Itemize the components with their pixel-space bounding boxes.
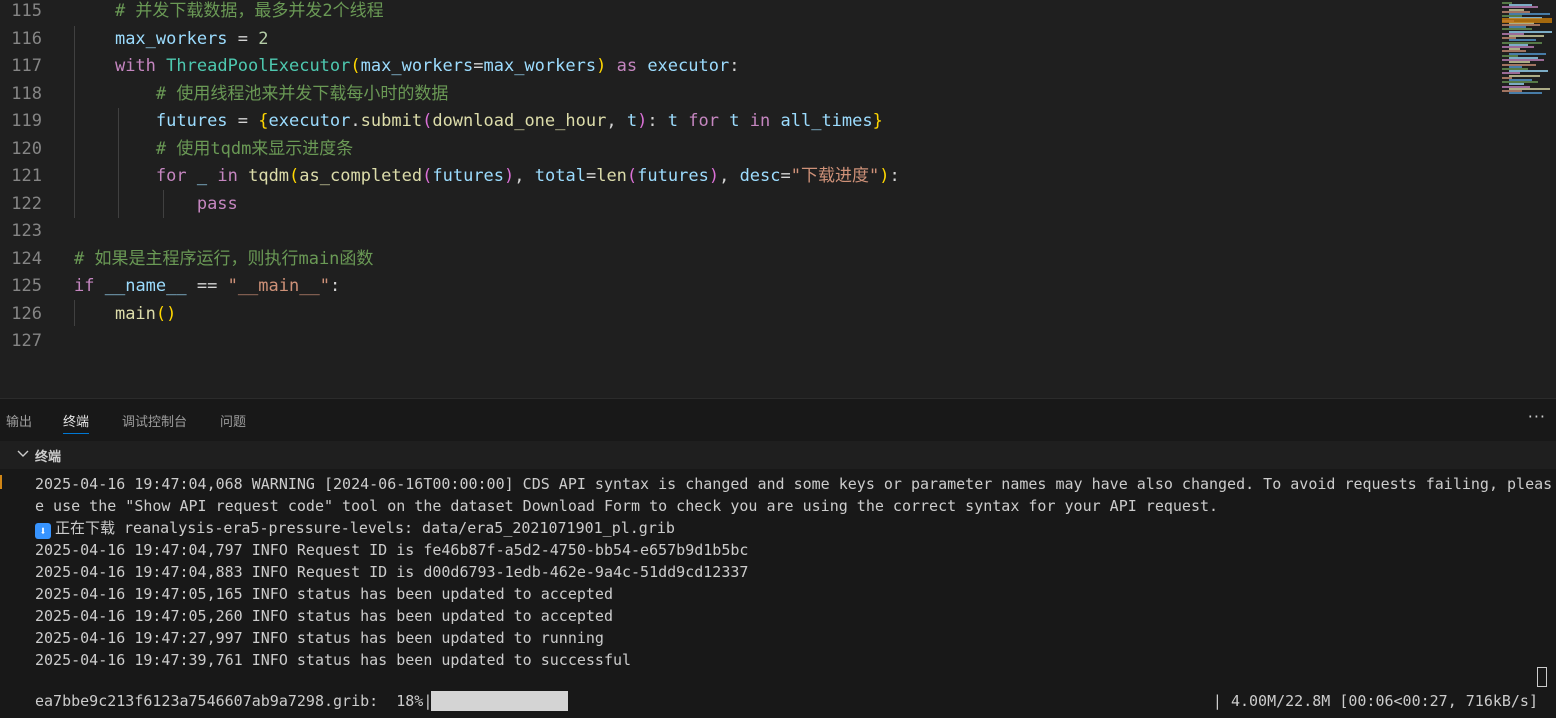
- active-tab-indicator: [63, 433, 90, 434]
- line-number: 115: [11, 1, 42, 21]
- line-number: 117: [11, 56, 42, 76]
- terminal-cursor: [1537, 667, 1547, 687]
- terminal-line: 2025-04-16 19:47:04,797 INFO Request ID …: [35, 541, 749, 559]
- chevron-down-icon[interactable]: [16, 447, 30, 461]
- progress-stats: | 4.00M/22.8M [00:06<00:27, 716kB/s]: [1212, 692, 1538, 710]
- line-number: 120: [11, 138, 42, 159]
- terminal-line: e use the "Show API request code" tool o…: [35, 497, 1219, 515]
- bottom-panel: 输出 终端 调试控制台 问题 ··· 终端 2025-04-16 19:47:0…: [0, 398, 1556, 718]
- terminal-line: 2025-04-16 19:47:39,761 INFO status has …: [35, 651, 632, 669]
- code-text: for _ in tqdm(as_completed(futures), tot…: [155, 166, 900, 186]
- line-number: 127: [11, 331, 42, 351]
- terminal-section-title: 终端: [35, 450, 62, 465]
- progress-bar: [431, 691, 568, 711]
- tab-problems[interactable]: 问题: [220, 411, 246, 430]
- tab-terminal[interactable]: 终端: [63, 411, 90, 434]
- terminal-line-text: 正在下载 reanalysis-era5-pressure-levels: da…: [55, 519, 675, 537]
- code-text: futures = {executor.submit(download_one_…: [155, 111, 883, 131]
- indent-guide: [74, 300, 75, 326]
- code-text: if __name__ == "__main__":: [74, 276, 341, 296]
- code-text: # 如果是主程序运行，则执行main函数: [74, 248, 374, 269]
- code-text: # 使用tqdm来显示进度条: [155, 138, 354, 159]
- code-text: pass: [196, 193, 238, 214]
- terminal-decoration-marker: [0, 475, 2, 489]
- download-icon: ⬇: [35, 523, 51, 539]
- code-text: # 并发下载数据，最多并发2个线程: [114, 1, 384, 21]
- minimap-highlight: [1502, 18, 1552, 23]
- line-number: 118: [11, 83, 42, 104]
- terminal-section-header[interactable]: 终端: [0, 441, 1556, 469]
- indent-guide: [74, 26, 75, 218]
- minimap[interactable]: [1498, 0, 1556, 100]
- progress-label: ea7bbe9c213f6123a7546607ab9a7298.grib: 1…: [35, 692, 433, 710]
- line-number: 125: [11, 276, 42, 296]
- terminal-line-download: ⬇ 正在下载 reanalysis-era5-pressure-levels: d…: [35, 517, 675, 539]
- code-text: main(): [114, 303, 177, 324]
- indent-guide: [163, 190, 164, 218]
- terminal-line: 2025-04-16 19:47:05,260 INFO status has …: [35, 607, 613, 625]
- terminal-line: 2025-04-16 19:47:04,068 WARNING [2024-06…: [35, 475, 1553, 493]
- terminal-line: 2025-04-16 19:47:04,883 INFO Request ID …: [35, 563, 749, 581]
- line-number: 121: [11, 166, 42, 186]
- minimap-line: [1509, 92, 1542, 95]
- indent-guide: [118, 108, 119, 218]
- line-number: 122: [11, 193, 42, 214]
- terminal-line: 2025-04-16 19:47:27,997 INFO status has …: [35, 629, 604, 647]
- line-number: 123: [11, 221, 42, 241]
- line-number: 119: [11, 111, 42, 131]
- minimap-line: [1509, 74, 1540, 77]
- code-editor[interactable]: 115 # 并发下载数据，最多并发2个线程 116 max_workers = 2…: [0, 0, 1556, 398]
- code-text: max_workers = 2: [114, 28, 269, 49]
- line-number: 124: [11, 248, 42, 269]
- code-text: # 使用线程池来并发下载每小时的数据: [155, 83, 449, 104]
- tab-output[interactable]: 输出: [6, 411, 32, 430]
- terminal-output[interactable]: 2025-04-16 19:47:04,068 WARNING [2024-06…: [0, 469, 1556, 718]
- terminal-line: 2025-04-16 19:47:05,165 INFO status has …: [35, 585, 613, 603]
- code-text: with ThreadPoolExecutor(max_workers=max_…: [114, 56, 740, 76]
- more-actions-icon[interactable]: ···: [1528, 407, 1546, 426]
- tab-debug-console[interactable]: 调试控制台: [122, 411, 187, 430]
- line-number: 126: [11, 303, 42, 324]
- line-number: 116: [11, 28, 42, 49]
- panel-tabs: 输出 终端 调试控制台 问题 ···: [0, 399, 1556, 441]
